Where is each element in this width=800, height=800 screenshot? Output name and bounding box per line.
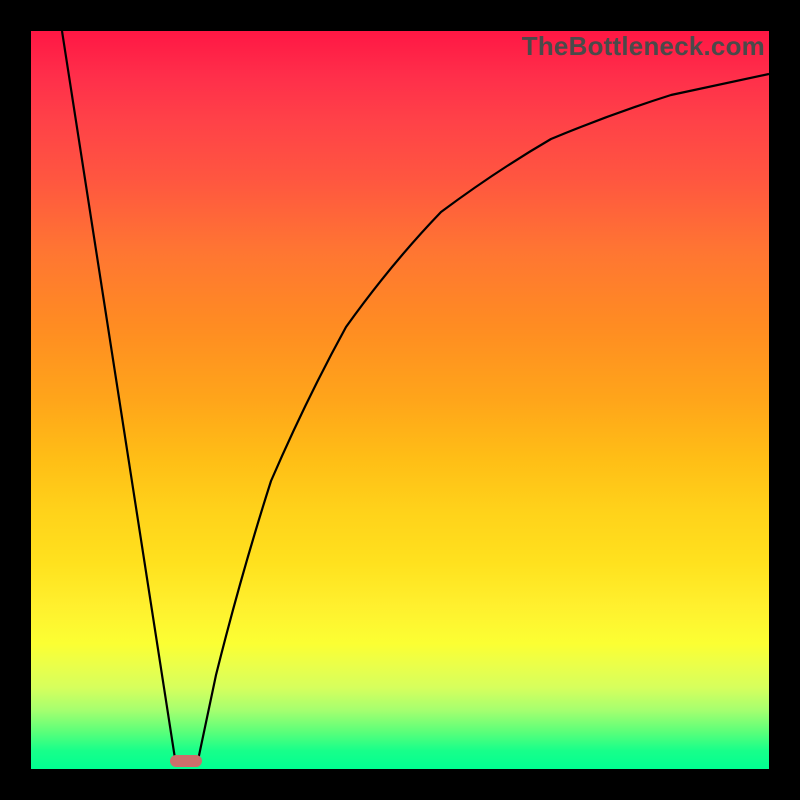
optimal-marker	[170, 755, 202, 767]
bottleneck-curve	[31, 31, 769, 769]
curve-right-branch	[197, 74, 769, 765]
plot-area: TheBottleneck.com	[31, 31, 769, 769]
curve-left-branch	[62, 31, 176, 765]
